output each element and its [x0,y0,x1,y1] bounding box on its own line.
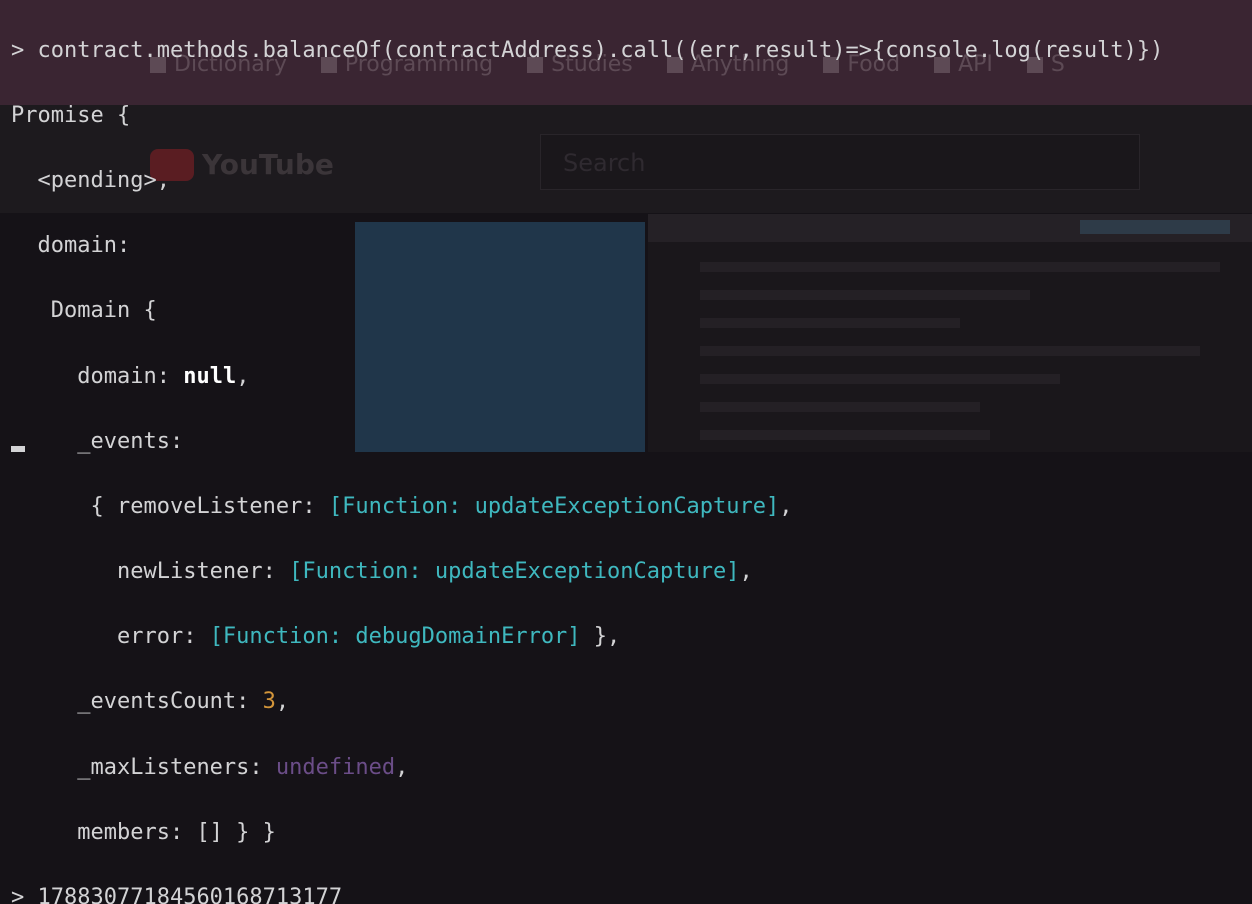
domain-object-open: Domain { [50,298,157,324]
function-value: [Function: updateExceptionCapture] [289,559,740,585]
output-line: Domain { [11,295,1163,328]
number-value: 3 [262,689,276,715]
prompt-symbol: > [11,37,38,63]
output-line: { removeListener: [Function: updateExcep… [11,491,1163,524]
members-line: members: [] } } [77,819,276,845]
output-line: <pending>, [11,165,1163,198]
result-line: > 178830771845601687131​77 [11,882,1163,904]
output-line: _maxListeners: undefined, [11,752,1163,785]
max-listeners-key: _maxListeners: [77,754,276,780]
punctuation: , [739,559,753,585]
promise-open: Promise { [11,102,131,128]
terminal-output[interactable]: > contract.methods.balanceOf(contractAdd… [11,2,1163,904]
output-line: domain: [11,230,1163,263]
domain-key: domain: [37,233,131,259]
events-key: _events: [77,428,184,454]
command-line: > contract.methods.balanceOf(contractAdd… [11,35,1163,68]
domain-field-key: domain: [77,363,184,389]
prompt-symbol: > [11,885,38,904]
output-line: Promise { [11,100,1163,133]
function-value: [Function: debugDomainError] [209,624,581,650]
undefined-value: undefined [275,754,396,780]
output-line: newListener: [Function: updateExceptionC… [11,556,1163,589]
output-line: members: [] } } [11,817,1163,850]
punctuation: , [779,493,793,519]
punctuation: }, [580,624,621,650]
text-cursor [11,446,25,452]
new-listener-key: newListener: [116,559,290,585]
output-line: _eventsCount: 3, [11,686,1163,719]
output-line: domain: null, [11,361,1163,394]
punctuation: , [395,754,409,780]
punctuation: , [275,689,290,715]
result-value: 178830771845601687131​77 [37,885,343,904]
command-text: contract.methods.balanceOf(contractAddre… [37,37,1164,63]
error-key: error: [116,624,210,650]
punctuation: , [236,363,250,389]
output-line: error: [Function: debugDomainError] }, [11,621,1163,654]
remove-listener-key: { removeListener: [90,493,329,519]
function-value: [Function: updateExceptionCapture] [328,493,780,519]
pending-state: <pending>, [37,167,170,193]
events-count-key: _eventsCount: [77,689,263,715]
output-line: _events: [11,426,1163,459]
null-value: null [183,363,237,389]
